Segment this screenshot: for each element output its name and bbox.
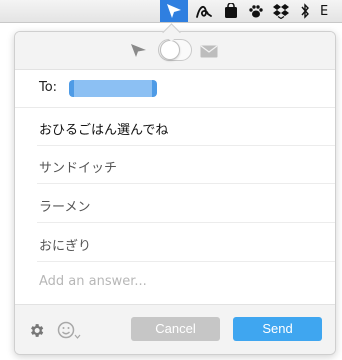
divider: [37, 261, 335, 262]
footer-bar: Cancel Send: [15, 304, 335, 354]
answer-item[interactable]: サンドイッチ: [15, 146, 335, 184]
recipient-row: To:: [15, 70, 335, 108]
menubar-dropbox-icon[interactable]: [271, 0, 291, 22]
menubar-paper-plane-icon[interactable]: [160, 0, 188, 22]
answer-text: サンドイッチ: [39, 161, 118, 176]
cancel-button[interactable]: Cancel: [131, 317, 220, 341]
answer-text: ラーメン: [39, 200, 91, 215]
question-text: おひるごはん選んでね: [39, 123, 169, 138]
question-field[interactable]: おひるごはん選んでね: [15, 108, 335, 146]
menubar-paw-icon[interactable]: [246, 0, 266, 22]
toggle-knob: [160, 40, 180, 60]
envelope-icon[interactable]: [200, 43, 218, 62]
to-label: To:: [39, 80, 58, 95]
menubar-bag-icon[interactable]: [221, 0, 241, 22]
menubar-truncated-item[interactable]: E: [320, 0, 342, 22]
mode-toggle[interactable]: [158, 39, 192, 61]
divider: [37, 222, 335, 223]
menu-bar: E: [0, 0, 342, 23]
answer-item[interactable]: ラーメン: [15, 185, 335, 223]
gear-icon[interactable]: [28, 322, 45, 343]
answer-text: おにぎり: [39, 239, 92, 254]
divider: [37, 183, 335, 184]
add-answer-placeholder: Add an answer...: [39, 274, 147, 289]
menubar-bluetooth-icon[interactable]: [298, 0, 312, 22]
paper-plane-icon[interactable]: [130, 42, 147, 62]
smiley-icon[interactable]: [57, 321, 83, 345]
add-answer-field[interactable]: Add an answer...: [15, 263, 335, 301]
send-button[interactable]: Send: [233, 317, 322, 341]
recipient-chip[interactable]: [69, 80, 157, 97]
compose-popover: To: おひるごはん選んでね サンドイッチ ラーメン おにぎり Add an a…: [14, 31, 336, 355]
answer-item[interactable]: おにぎり: [15, 224, 335, 262]
menubar-script-a-icon[interactable]: [193, 0, 215, 22]
